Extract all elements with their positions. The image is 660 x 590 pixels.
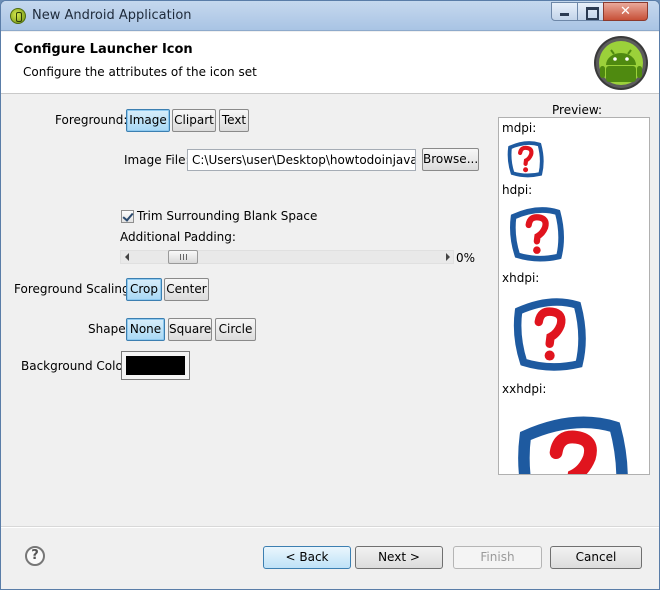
footer-separator — [1, 526, 659, 528]
cancel-button[interactable]: Cancel — [550, 546, 642, 569]
foreground-text-button[interactable]: Text — [219, 109, 249, 132]
help-button[interactable]: ? — [25, 546, 45, 566]
foreground-image-button[interactable]: Image — [126, 109, 170, 132]
preview-mdpi-label: mdpi: — [502, 121, 537, 135]
preview-hdpi-label: hdpi: — [502, 183, 533, 197]
page-title: Configure Launcher Icon — [14, 42, 193, 57]
close-button[interactable]: ✕ — [603, 2, 648, 21]
close-icon: ✕ — [620, 4, 631, 19]
window-title: New Android Application — [32, 8, 192, 23]
preview-xhdpi-icon — [508, 290, 593, 374]
scaling-center-button[interactable]: Center — [164, 278, 209, 301]
image-file-label: Image File: — [124, 153, 190, 167]
slider-left-arrow-icon[interactable] — [125, 253, 129, 261]
title-bar[interactable]: New Android Application ✕ — [1, 1, 659, 31]
page-subtitle: Configure the attributes of the icon set — [23, 65, 257, 79]
browse-button[interactable]: Browse... — [422, 148, 479, 171]
background-color-fill — [126, 356, 185, 375]
preview-xxhdpi-icon — [510, 404, 638, 474]
slider-right-arrow-icon[interactable] — [446, 253, 450, 261]
android-logo-icon — [594, 36, 648, 90]
finish-button[interactable]: Finish — [453, 546, 542, 569]
preview-hdpi-icon — [505, 201, 570, 264]
shape-none-button[interactable]: None — [126, 318, 165, 341]
foreground-label: Foreground: — [55, 113, 128, 127]
shape-label: Shape — [88, 322, 126, 336]
preview-mdpi-icon — [505, 137, 547, 179]
padding-label: Additional Padding: — [120, 230, 236, 244]
scaling-label: Foreground Scaling: — [14, 282, 134, 296]
eclipse-app-icon — [10, 8, 26, 24]
next-button[interactable]: Next > — [355, 546, 443, 569]
padding-slider-thumb[interactable] — [168, 250, 198, 264]
wizard-header: Configure Launcher Icon Configure the at… — [1, 32, 659, 94]
help-icon: ? — [31, 548, 39, 563]
maximize-button[interactable] — [577, 2, 604, 21]
background-color-label: Background Color: — [21, 359, 132, 373]
minimize-button[interactable] — [551, 2, 578, 21]
trim-checkbox[interactable] — [121, 210, 134, 223]
foreground-clipart-button[interactable]: Clipart — [172, 109, 216, 132]
preview-label: Preview: — [552, 103, 603, 117]
trim-label: Trim Surrounding Blank Space — [137, 209, 318, 223]
dialog-window: New Android Application ✕ Configure Laun… — [0, 0, 660, 590]
padding-value: 0% — [456, 251, 476, 265]
background-color-picker[interactable] — [121, 351, 190, 380]
shape-square-button[interactable]: Square — [168, 318, 212, 341]
back-button[interactable]: < Back — [263, 546, 351, 569]
image-file-input[interactable]: C:\Users\user\Desktop\howtodoinjava_logo — [187, 149, 416, 171]
preview-panel: mdpi: hdpi: xhdpi: xxhdpi: — [498, 117, 650, 475]
scaling-crop-button[interactable]: Crop — [126, 278, 162, 301]
preview-xxhdpi-label: xxhdpi: — [502, 382, 547, 396]
shape-circle-button[interactable]: Circle — [215, 318, 256, 341]
preview-xhdpi-label: xhdpi: — [502, 271, 540, 285]
